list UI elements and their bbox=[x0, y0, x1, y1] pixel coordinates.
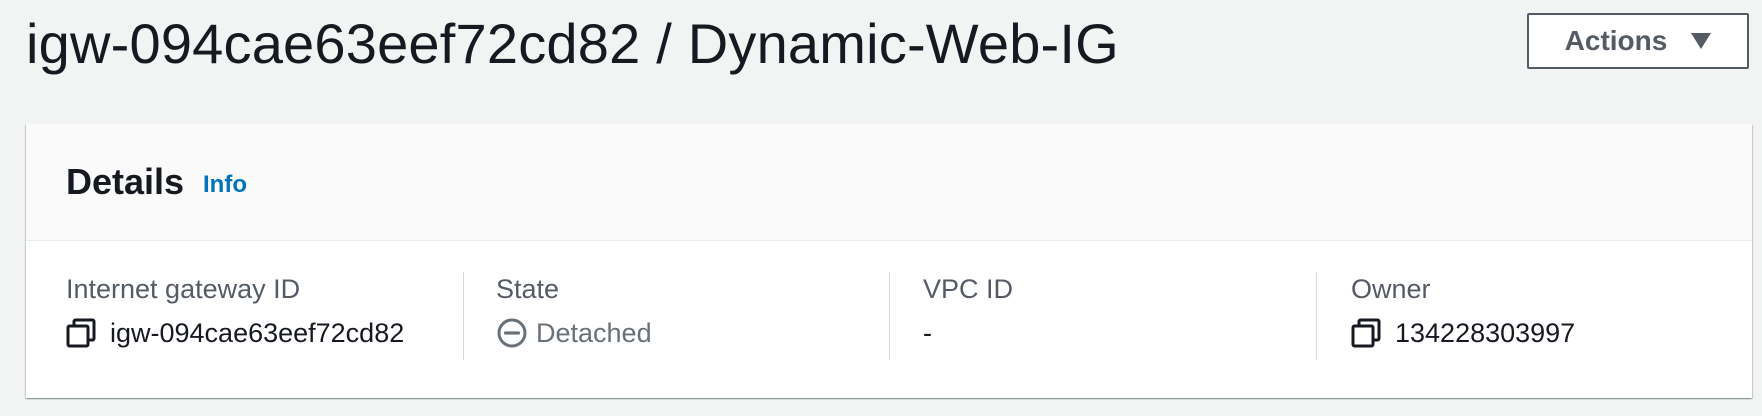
page-title: igw-094cae63eef72cd82 / Dynamic-Web-IG bbox=[26, 12, 1119, 75]
divider bbox=[463, 272, 464, 360]
caret-down-icon bbox=[1691, 33, 1712, 49]
field-vpc-id: VPC ID - bbox=[923, 272, 1013, 362]
field-label: Owner bbox=[1351, 274, 1431, 304]
copy-icon[interactable] bbox=[66, 318, 96, 348]
field-label: Internet gateway ID bbox=[66, 274, 301, 304]
info-link[interactable]: Info bbox=[203, 170, 247, 200]
vpc-id-value: - bbox=[923, 318, 932, 348]
minus-circle-icon bbox=[497, 318, 527, 348]
field-value: igw-094cae63eef72cd82 bbox=[66, 316, 404, 350]
field-value: - bbox=[923, 316, 1013, 350]
actions-button[interactable]: Actions bbox=[1527, 13, 1749, 69]
field-label: VPC ID bbox=[923, 274, 1014, 304]
details-panel-header: Details Info bbox=[26, 124, 1752, 241]
actions-button-label: Actions bbox=[1564, 25, 1668, 56]
field-internet-gateway-id: Internet gateway ID igw-094cae63eef72cd8… bbox=[66, 272, 404, 362]
field-owner: Owner 134228303997 bbox=[1351, 272, 1575, 362]
details-panel: Details Info Internet gateway ID igw-094… bbox=[26, 124, 1752, 398]
details-title: Details bbox=[66, 161, 185, 202]
field-value: Detached bbox=[496, 316, 652, 350]
copy-icon[interactable] bbox=[1351, 318, 1381, 348]
field-value: 134228303997 bbox=[1351, 316, 1575, 350]
field-label: State bbox=[496, 274, 560, 304]
owner-value: 134228303997 bbox=[1395, 318, 1576, 348]
divider bbox=[1316, 272, 1317, 360]
internet-gateway-id-value: igw-094cae63eef72cd82 bbox=[110, 318, 405, 348]
divider bbox=[889, 272, 890, 360]
state-value: Detached bbox=[536, 318, 652, 348]
field-state: State Detached bbox=[496, 272, 652, 362]
